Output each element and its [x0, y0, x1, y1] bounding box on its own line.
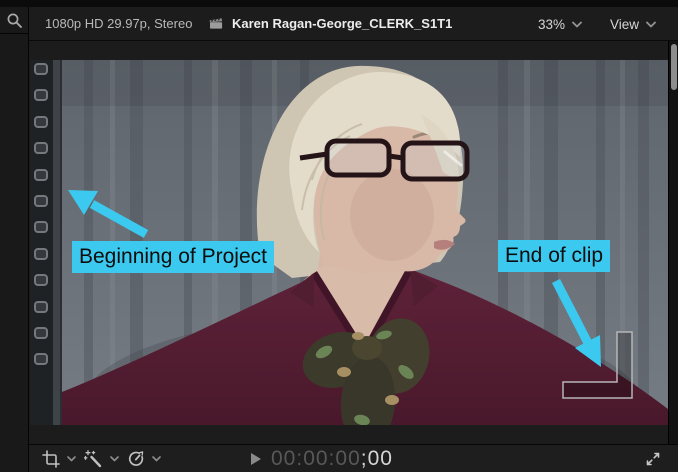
sprocket-hole	[34, 168, 48, 181]
beginning-of-project-label: Beginning of Project	[72, 241, 274, 274]
retime-tool-button[interactable]	[127, 445, 161, 472]
sprocket-hole	[34, 89, 48, 102]
sprocket-hole	[34, 194, 48, 207]
search-icon[interactable]	[6, 12, 23, 29]
chevron-down-icon	[67, 456, 76, 462]
crop-icon	[42, 450, 60, 468]
sprocket-hole	[34, 115, 48, 128]
enhance-tool-button[interactable]	[84, 445, 119, 472]
viewer-bottom-bar: 00:00:00;00	[0, 444, 678, 472]
sprocket-hole	[34, 221, 48, 234]
retime-gauge-icon	[127, 450, 145, 468]
timecode-display[interactable]: 00:00:00;00	[271, 445, 393, 472]
sprocket-hole	[34, 63, 48, 75]
crop-tool-button[interactable]	[42, 445, 76, 472]
zoom-level-value: 33%	[538, 16, 566, 32]
chevron-down-icon	[110, 456, 119, 462]
view-dropdown[interactable]: View	[610, 7, 656, 41]
timecode-hms: 00:00:00	[271, 447, 361, 470]
viewer-top-bar: 1080p HD 29.97p, Stereo Karen Ragan-Geor…	[0, 7, 678, 41]
sprocket-hole	[34, 274, 48, 287]
sprocket-hole	[34, 300, 48, 313]
magic-wand-icon	[84, 450, 103, 468]
filmstrip-holes	[30, 60, 62, 425]
expand-icon[interactable]	[645, 451, 661, 467]
sprocket-hole	[34, 247, 48, 260]
sprocket-hole	[34, 142, 48, 155]
play-icon[interactable]	[250, 452, 262, 466]
format-info: 1080p HD 29.97p, Stereo	[45, 16, 193, 31]
chevron-down-icon	[572, 21, 582, 28]
sprocket-hole	[34, 353, 48, 366]
timecode-frames: ;00	[360, 447, 393, 470]
left-rail	[0, 7, 29, 472]
scrollbar-thumb[interactable]	[671, 44, 677, 90]
chevron-down-icon	[152, 456, 161, 462]
view-label: View	[610, 16, 640, 32]
clip-title: Karen Ragan-George_CLERK_S1T1	[232, 16, 453, 31]
rail-divider	[0, 33, 28, 34]
sprocket-hole	[34, 326, 48, 339]
end-of-clip-label: End of clip	[498, 240, 611, 273]
zoom-level-dropdown[interactable]: 33%	[538, 7, 582, 41]
chevron-down-icon	[646, 21, 656, 28]
clapperboard-icon	[208, 17, 224, 30]
vertical-scrollbar	[668, 41, 678, 444]
viewer-window: 1080p HD 29.97p, Stereo Karen Ragan-Geor…	[0, 0, 678, 472]
